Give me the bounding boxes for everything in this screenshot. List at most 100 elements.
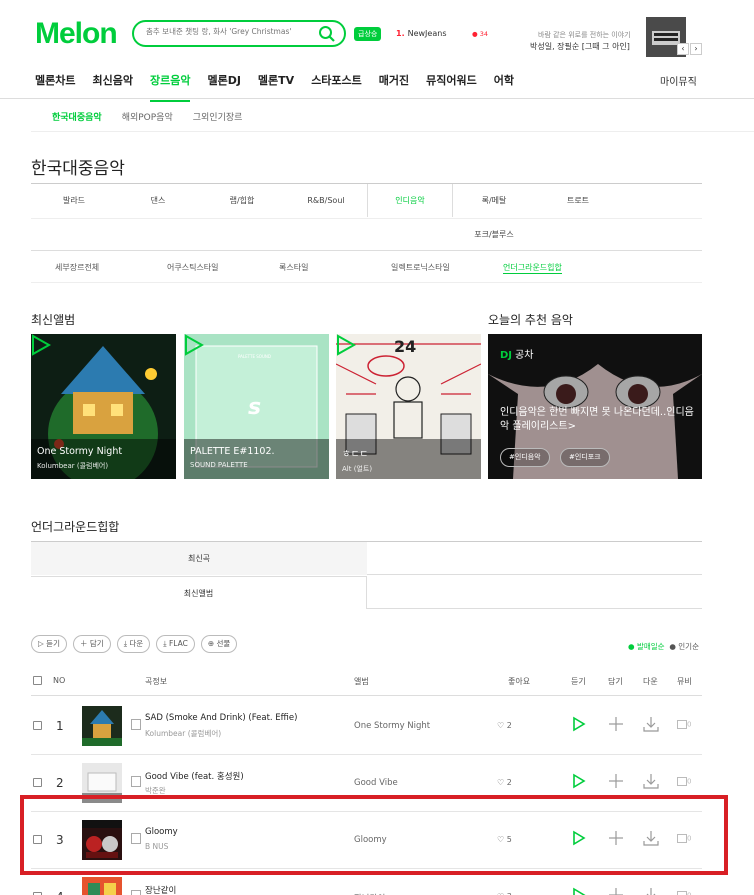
song-title[interactable]: 장난같이	[145, 884, 176, 895]
svg-text:s: s	[248, 395, 261, 420]
mv-icon	[677, 720, 687, 729]
search-input[interactable]	[146, 27, 316, 36]
tab-latest-albums[interactable]: 최신앨범	[31, 576, 367, 609]
col-likes: 좋아요	[508, 677, 531, 686]
download-icon[interactable]	[643, 716, 659, 732]
mv-icon	[677, 777, 687, 786]
plus-icon: ＋	[79, 639, 88, 648]
add-button[interactable]: ＋ 담기	[72, 635, 111, 653]
play-icon[interactable]	[572, 887, 586, 895]
song-album[interactable]: Good Vibe	[354, 778, 398, 788]
song-info-icon[interactable]	[131, 719, 141, 730]
album-title: PALETTE E#1102.	[190, 446, 275, 457]
mymusic-link[interactable]: 마이뮤직	[660, 73, 697, 88]
play-icon[interactable]	[572, 773, 586, 789]
sub-genre-item[interactable]: 언더그라운드힙합	[503, 262, 562, 274]
mv-icon	[677, 891, 687, 895]
like-button[interactable]: ♡ 2	[497, 721, 512, 730]
genre-item[interactable]: 인디음악	[367, 184, 453, 217]
section-tabs: 최신곡 최신앨범	[31, 541, 702, 609]
recommend-title: 오늘의 추천 음악	[488, 313, 573, 327]
album-artist: SOUND PALETTE	[190, 461, 248, 469]
col-no: NO	[53, 676, 66, 685]
row-number: 1	[56, 719, 64, 733]
album-card[interactable]: One Stormy Night Kolumbear (콜럼베어)	[31, 334, 176, 479]
col-download: 다운	[643, 677, 658, 686]
promo-title[interactable]: 박성일, 장필순 [그때 그 아인]	[530, 41, 630, 52]
col-add: 담기	[608, 677, 623, 686]
sub-genre-item[interactable]: 세부장르전체	[55, 262, 99, 273]
trending-rank[interactable]: 1. NewJeans	[396, 29, 446, 38]
melon-logo[interactable]: Melon	[35, 17, 118, 51]
sort-release[interactable]: ● 발매일순	[628, 642, 665, 651]
search-icon[interactable]	[318, 25, 336, 43]
like-button[interactable]: ♡ 2	[497, 778, 512, 787]
promo-prev-button[interactable]: ‹	[677, 43, 689, 55]
download-icon[interactable]	[643, 887, 659, 895]
plus-icon[interactable]	[608, 716, 624, 732]
album-caption: ㅎㄷㄷ Alt (얼트)	[336, 439, 481, 479]
mv-button[interactable]: 0	[677, 720, 691, 729]
col-album: 앨범	[354, 677, 369, 686]
genre-item[interactable]: 포크/블루스	[451, 218, 537, 251]
genre-item[interactable]: R&B/Soul	[283, 184, 369, 217]
album-card[interactable]: 24 ㅎㄷㄷ Alt (얼트)	[336, 334, 481, 479]
col-listen: 듣기	[571, 677, 586, 686]
select-all-checkbox[interactable]	[33, 676, 42, 685]
row-album-thumb[interactable]	[82, 877, 122, 895]
mv-button[interactable]: 0	[677, 777, 691, 786]
col-song-info: 곡정보	[145, 677, 168, 686]
download-button[interactable]: ⤓ 다운	[116, 635, 151, 653]
sub-genre-item[interactable]: 일렉트로닉스타일	[391, 262, 450, 273]
song-info-icon[interactable]	[131, 776, 141, 787]
album-card[interactable]: PALETTE SOUND s PALETTE E#1102. SOUND PA…	[184, 334, 329, 479]
tag-indie-folk[interactable]: #인디포크	[560, 448, 610, 467]
genre-item[interactable]: 트로트	[535, 184, 621, 217]
action-buttons: ▷ 듣기 ＋ 담기 ⤓ 다운 ⤓ FLAC ⊕ 선물	[31, 635, 238, 653]
play-icon: ▷	[38, 639, 44, 648]
genre-item[interactable]: 발라드	[31, 184, 117, 217]
gift-button[interactable]: ⊕ 선물	[200, 635, 238, 653]
download-icon: ⤓	[123, 639, 128, 648]
promo-next-button[interactable]: ›	[690, 43, 702, 55]
sub-genre-item[interactable]: 록스타일	[279, 262, 308, 273]
sort-popular[interactable]: ● 인기순	[669, 642, 699, 651]
svg-text:PALETTE SOUND: PALETTE SOUND	[238, 354, 271, 359]
song-album[interactable]: One Stormy Night	[354, 721, 430, 731]
table-row[interactable]: 1 SAD (Smoke And Drink) (Feat. Effie) Kolu…	[31, 697, 702, 755]
tag-indie[interactable]: #인디음악	[500, 448, 550, 467]
album-caption: One Stormy Night Kolumbear (콜럼베어)	[31, 439, 176, 479]
row-number: 2	[56, 776, 64, 790]
play-icon[interactable]	[31, 334, 51, 356]
album-caption: PALETTE E#1102. SOUND PALETTE	[184, 439, 329, 479]
sub-genre-item[interactable]: 어쿠스틱스타일	[167, 262, 219, 273]
flac-button[interactable]: ⤓ FLAC	[156, 635, 195, 653]
search-box	[132, 20, 346, 47]
subnav-item[interactable]: 한국대중음악	[52, 110, 102, 123]
song-info-icon[interactable]	[131, 890, 141, 895]
download-icon[interactable]	[643, 773, 659, 789]
genre-item[interactable]: 댄스	[115, 184, 201, 217]
song-title[interactable]: SAD (Smoke And Drink) (Feat. Effie)	[145, 713, 297, 723]
recommend-text[interactable]: 인디음악은 한번 빠지면 못 나온다던데..인디음악 플레이리스트>	[500, 406, 700, 434]
plus-icon[interactable]	[608, 887, 624, 895]
col-mv: 뮤비	[677, 677, 692, 686]
play-icon[interactable]	[572, 716, 586, 732]
download-icon: ⤓	[163, 639, 167, 648]
genre-item[interactable]: 록/메탈	[451, 184, 537, 217]
row-checkbox[interactable]	[33, 721, 42, 730]
play-icon[interactable]	[184, 334, 204, 356]
plus-icon[interactable]	[608, 773, 624, 789]
listen-button[interactable]: ▷ 듣기	[31, 635, 67, 653]
recommend-card[interactable]: DJ 공차 인디음악은 한번 빠지면 못 나온다던데..인디음악 플레이리스트> …	[488, 334, 702, 479]
song-title[interactable]: Good Vibe (feat. 홍성원)	[145, 770, 244, 782]
row-checkbox[interactable]	[33, 778, 42, 787]
mv-button[interactable]: 0	[677, 891, 691, 895]
genre-item[interactable]: 랩/힙합	[199, 184, 285, 217]
row-album-thumb[interactable]	[82, 706, 122, 746]
subnav-item[interactable]: 해외POP음악	[122, 110, 173, 123]
subnav-item[interactable]: 그외인기장르	[193, 110, 243, 123]
tab-latest-songs[interactable]: 최신곡	[31, 542, 367, 575]
play-icon[interactable]	[336, 334, 356, 356]
song-artist[interactable]: Kolumbear (콜럼베어)	[145, 728, 221, 739]
